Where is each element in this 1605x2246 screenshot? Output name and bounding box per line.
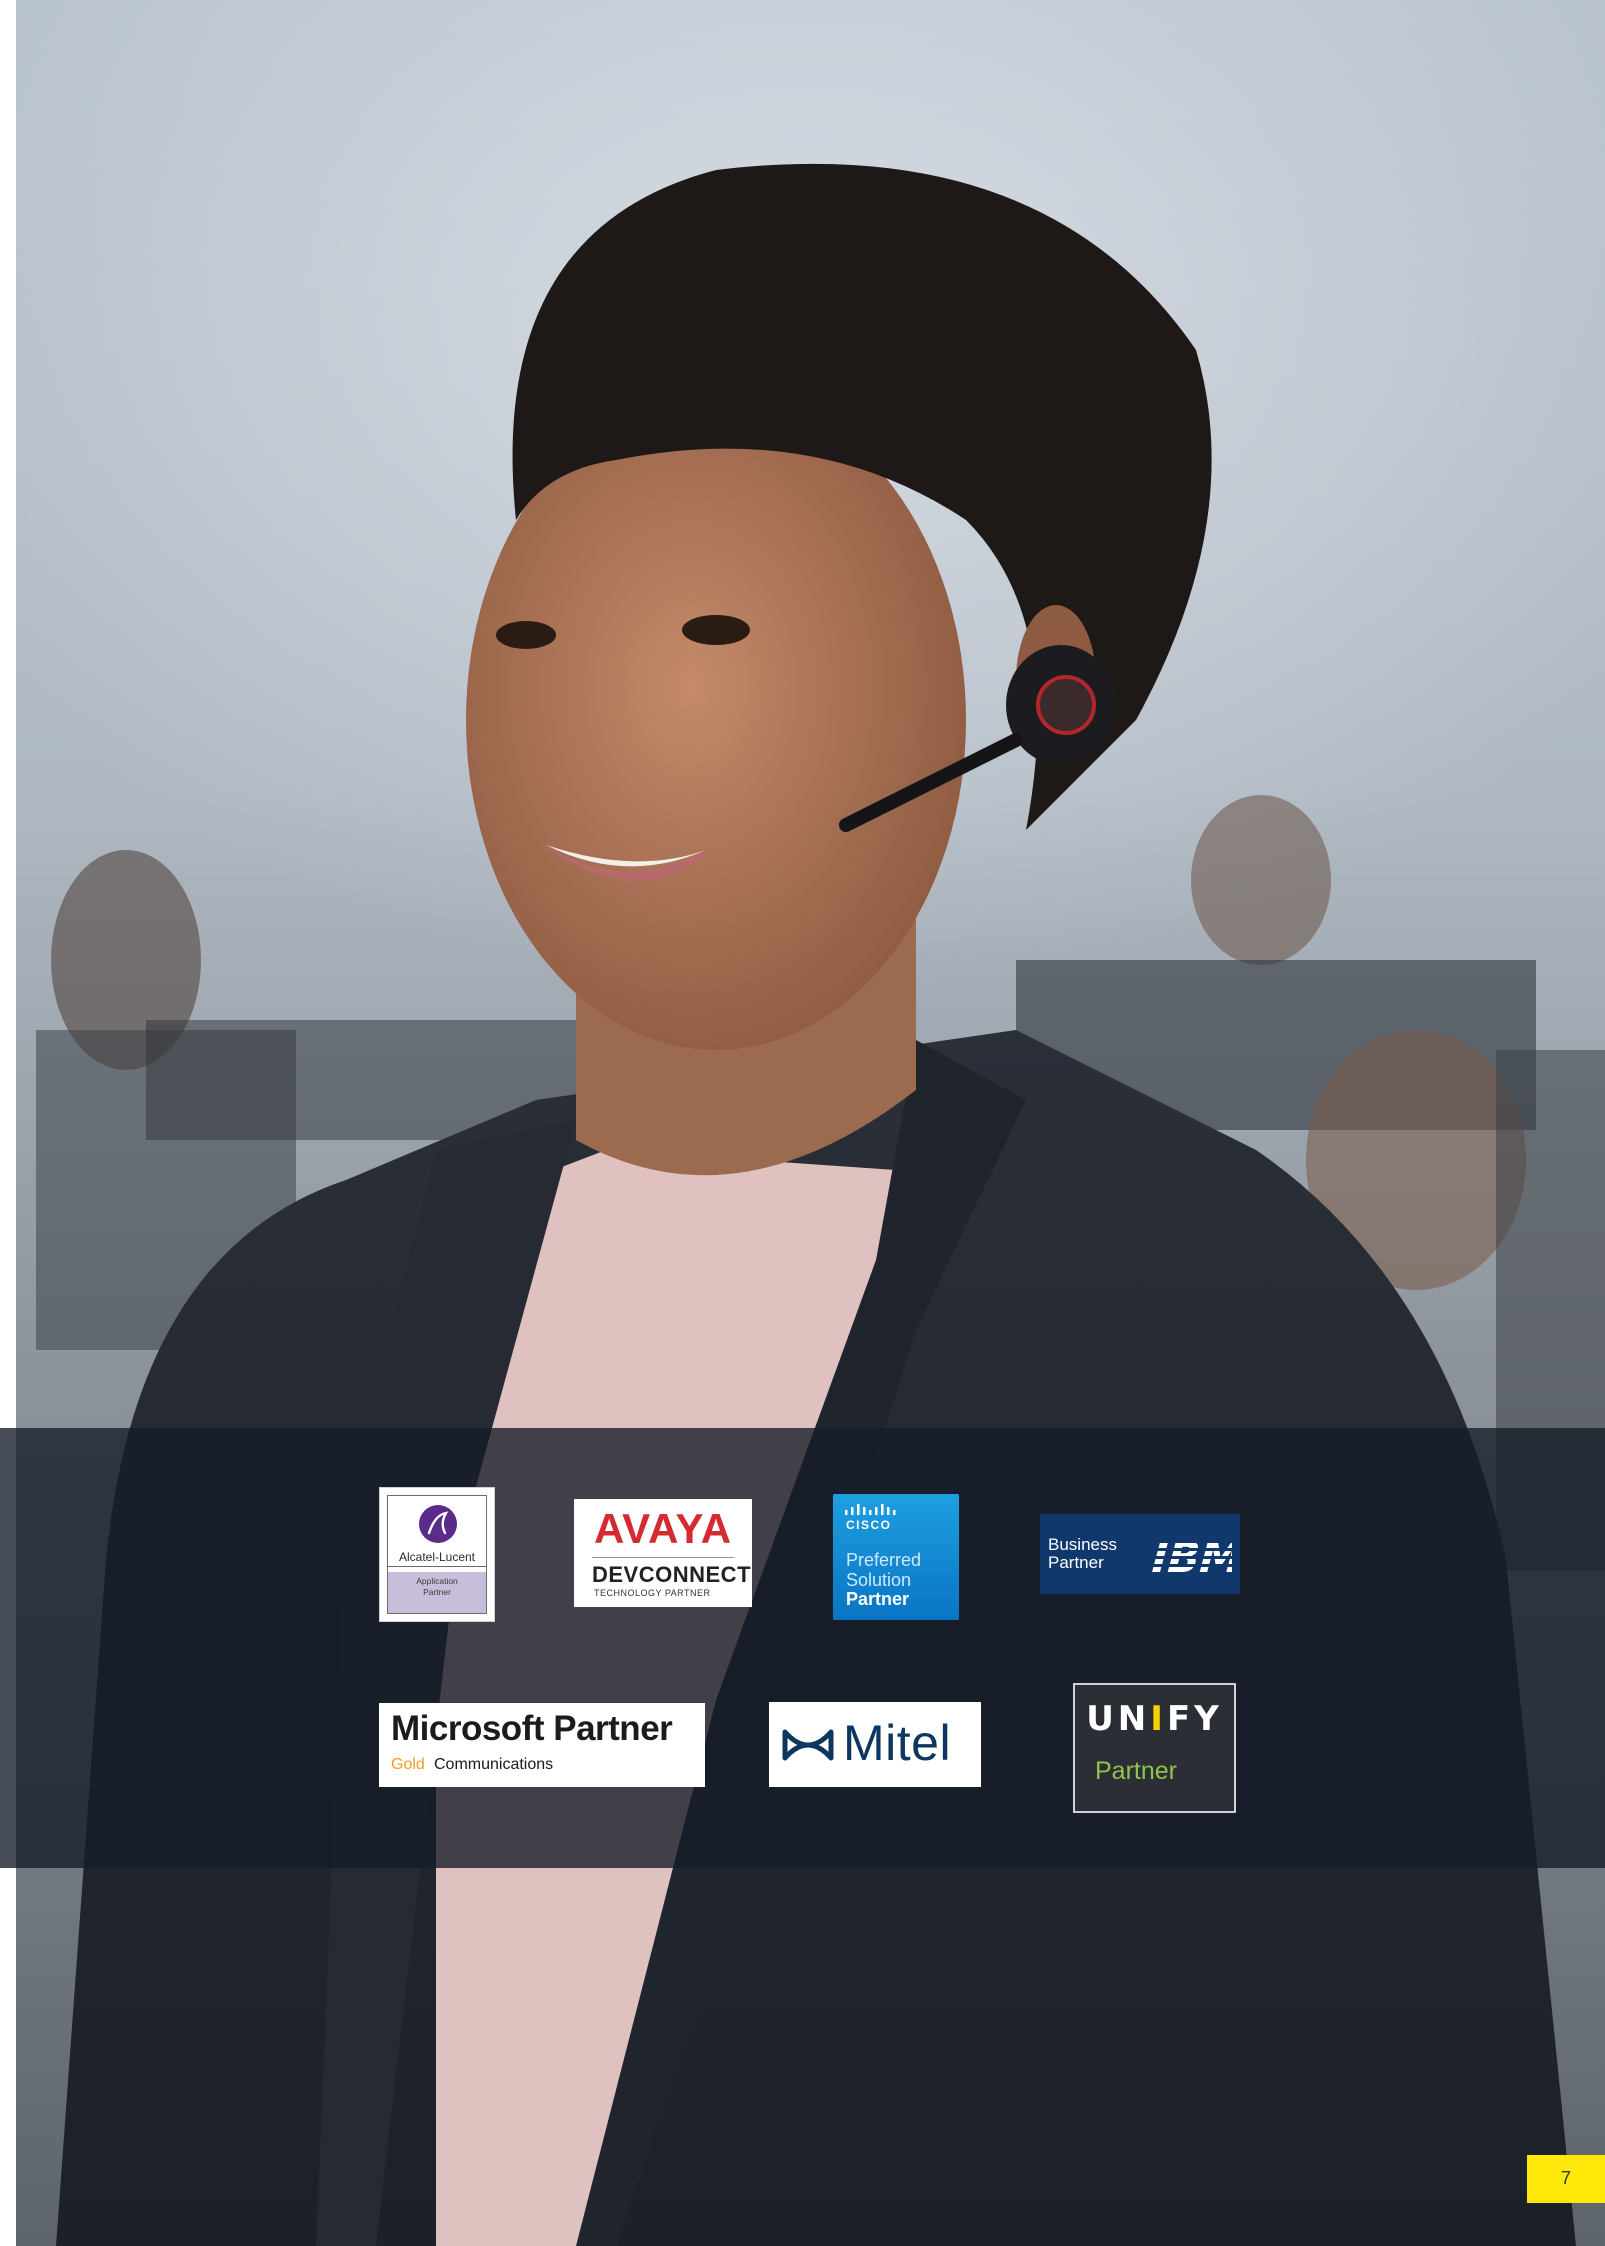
cisco-bars-icon [845, 1504, 896, 1515]
microsoft-partner-logo: Microsoft Partner Gold Communications [379, 1703, 705, 1787]
microsoft-partner-title: Microsoft Partner [391, 1709, 673, 1748]
hero-photo-woman-with-headset [16, 0, 1605, 2246]
cisco-line-solution: Solution [846, 1570, 912, 1590]
page-number-badge: 7 [1527, 2155, 1605, 2203]
cisco-line-preferred: Preferred [846, 1550, 922, 1570]
alcatel-lucent-partner-logo: Alcatel-Lucent Application Partner [379, 1487, 495, 1622]
ibm-striped-mark-icon: IBM [1143, 1534, 1232, 1580]
alcatel-subtitle: Application Partner [388, 1572, 486, 1613]
alcatel-lucent-emblem-icon [419, 1505, 457, 1543]
ibm-line-partner: Partner [1048, 1553, 1104, 1572]
microsoft-gold-tier: Gold [391, 1756, 425, 1773]
unify-accent-letter: I [1150, 1699, 1167, 1739]
alcatel-sub-line2: Partner [423, 1587, 451, 1597]
microsoft-competency: Communications [434, 1756, 554, 1773]
cisco-line-partner: Partner [846, 1589, 910, 1609]
unify-prefix: UN [1086, 1699, 1151, 1739]
alcatel-divider [388, 1566, 486, 1567]
left-margin [0, 0, 16, 2246]
page-number: 7 [1560, 2168, 1571, 2188]
partner-logo-band [0, 1428, 1605, 1868]
alcatel-lucent-name: Alcatel-Lucent [398, 1550, 476, 1564]
cisco-preferred-solution-partner-logo: CISCO Preferred Solution Partner [833, 1494, 959, 1620]
avaya-tagline: TECHNOLOGY PARTNER [594, 1588, 711, 1598]
mitel-bowtie-icon [782, 1729, 834, 1761]
brochure-page: Alcatel-Lucent Application Partner AVAYA… [0, 0, 1605, 2246]
avaya-devconnect-logo: AVAYA DEVCONNECT TECHNOLOGY PARTNER [574, 1499, 752, 1607]
mitel-logo: Mitel [769, 1702, 981, 1787]
cisco-wordmark: CISCO [846, 1518, 892, 1532]
mitel-wordmark: Mitel [843, 1715, 952, 1771]
avaya-divider [592, 1557, 734, 1558]
ibm-line-business: Business [1048, 1535, 1117, 1554]
unify-partner-label: Partner [1095, 1757, 1177, 1785]
unify-suffix: FY [1166, 1699, 1223, 1739]
avaya-wordmark: AVAYA [593, 1505, 733, 1552]
alcatel-sub-line1: Application [416, 1576, 458, 1586]
avaya-devconnect-label: DEVCONNECT [592, 1562, 752, 1587]
unify-partner-logo: UNIFY Partner [1073, 1683, 1236, 1813]
unify-wordmark: UNIFY [1075, 1699, 1234, 1739]
ibm-business-partner-logo: Business Partner IBM [1040, 1514, 1240, 1594]
alcatel-logo-frame: Alcatel-Lucent Application Partner [387, 1495, 487, 1614]
